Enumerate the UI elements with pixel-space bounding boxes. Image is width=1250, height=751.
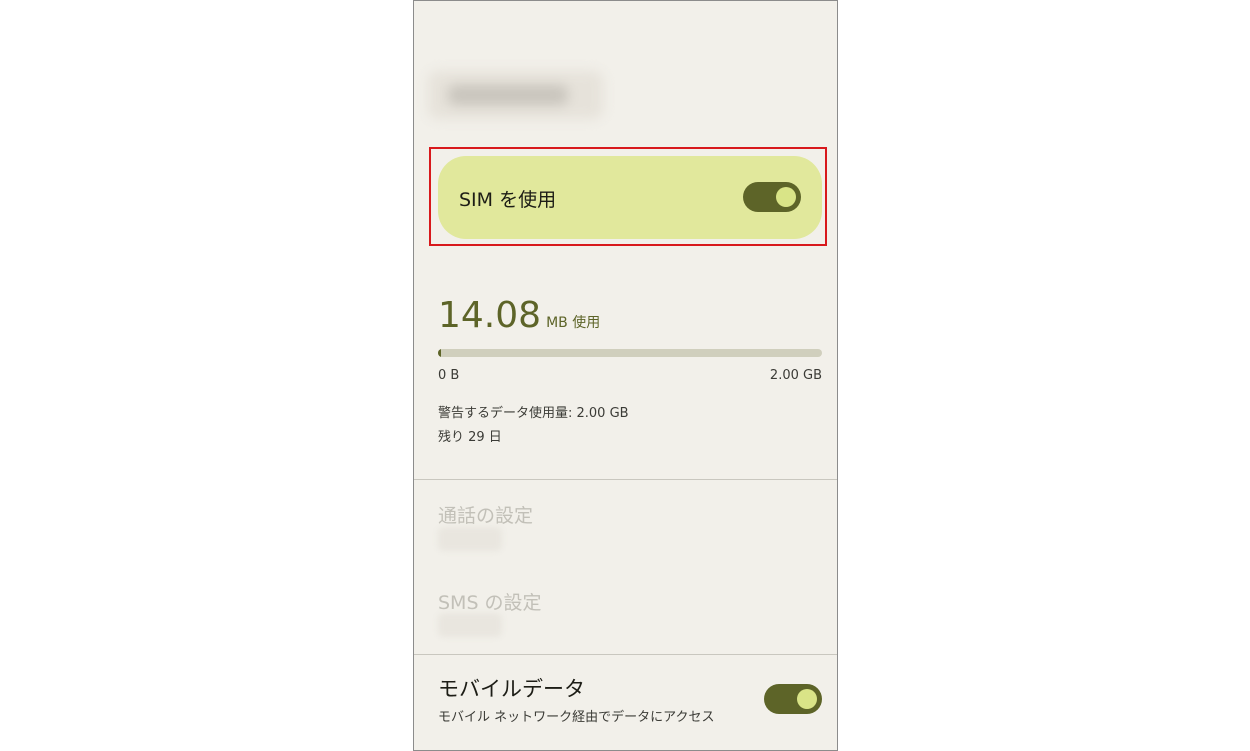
usage-value: 14.08 [438,295,542,336]
divider [414,654,837,655]
usage-progress-fill [438,349,441,357]
blurred-sms-settings-value [438,613,502,637]
usage-min-label: 0 B [438,368,460,383]
mobile-data-subtitle: モバイル ネットワーク経由でデータにアクセス [438,710,715,725]
data-usage-amount: 14.08 MB 使用 [438,295,600,336]
call-settings-title[interactable]: 通話の設定 [438,501,533,528]
settings-screen: SIM を使用 14.08 MB 使用 0 B 2.00 GB 警告するデータ使用… [413,0,838,751]
usage-max-label: 2.00 GB [769,368,822,383]
mobile-data-toggle[interactable] [764,684,822,714]
sms-settings-title[interactable]: SMS の設定 [438,588,542,615]
highlight-box [429,147,827,246]
data-warning-text: 警告するデータ使用量: 2.00 GB [438,406,629,421]
usage-progress-bar [438,349,822,357]
toggle-knob [797,689,817,709]
blurred-sim-name [428,71,603,119]
days-remaining-text: 残り 29 日 [438,430,502,445]
divider [414,479,837,480]
mobile-data-title[interactable]: モバイルデータ [438,673,585,703]
blurred-call-settings-value [438,527,502,551]
usage-unit: MB 使用 [546,315,601,331]
